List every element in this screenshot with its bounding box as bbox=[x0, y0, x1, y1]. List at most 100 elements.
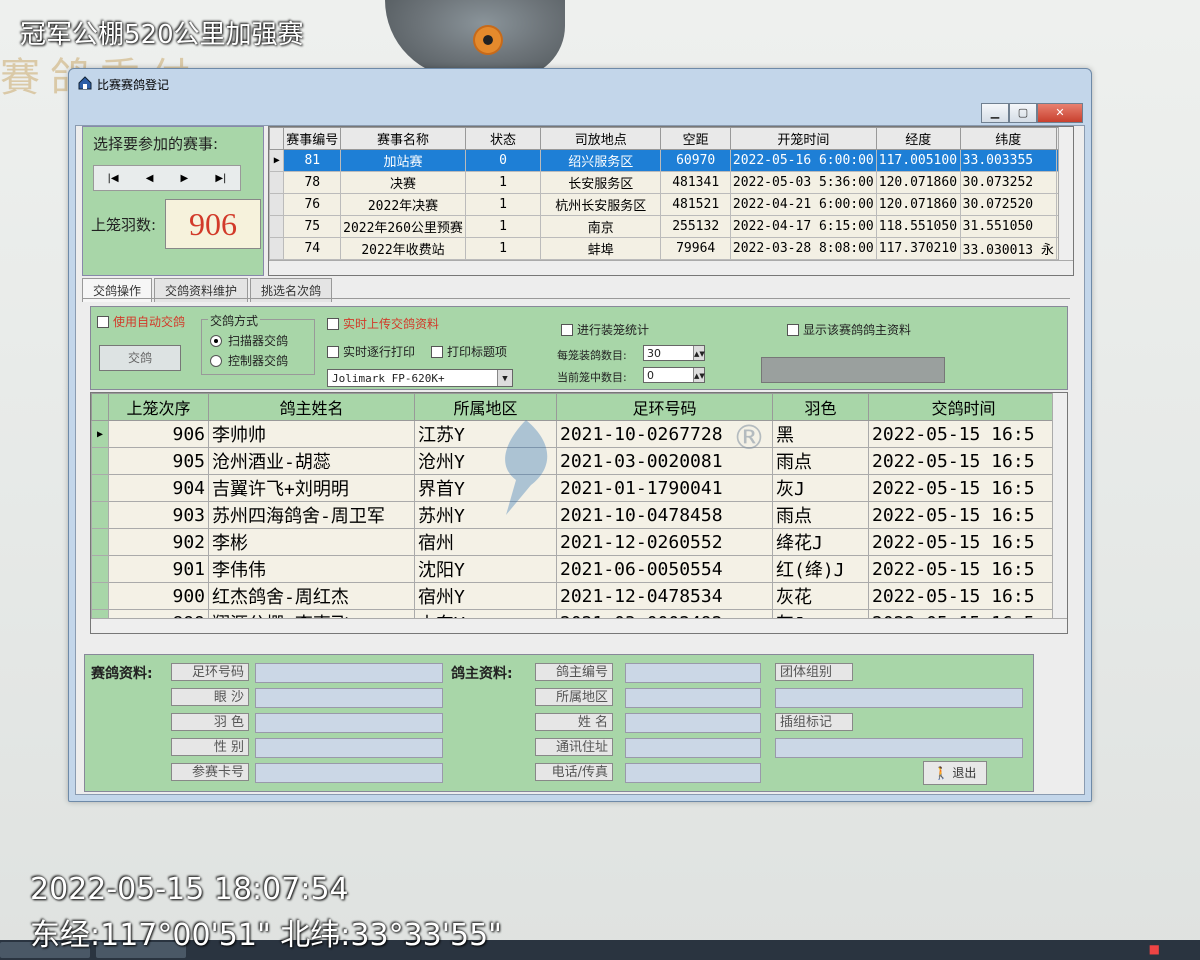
pigeon-cell-seq: 903 bbox=[108, 501, 209, 529]
pigeon-cell-owner: 李帅帅 bbox=[208, 420, 415, 448]
window-title: 比赛赛鸽登记 bbox=[97, 78, 170, 92]
pigeon-cell-color: 黑 bbox=[772, 420, 869, 448]
row-indicator bbox=[91, 501, 109, 529]
maximize-button[interactable]: ▢ bbox=[1009, 103, 1037, 123]
race-col-header[interactable]: 赛事编号 bbox=[283, 127, 342, 150]
field-label: 眼 沙 bbox=[171, 688, 249, 706]
pigeon-row[interactable]: 900 红杰鸽舍-周红杰 宿州Y 2021-12-0478534 灰花 2022-05-1… bbox=[91, 582, 1059, 610]
pigeon-row[interactable]: ▶ 906 李帅帅 江苏Y 2021-10-0267728 黑 2022-05-15 16:… bbox=[91, 420, 1059, 448]
race-col-indicator bbox=[269, 127, 285, 150]
feather-color-field[interactable] bbox=[255, 713, 443, 733]
race-cell-dist: 481521 bbox=[660, 193, 731, 216]
race-col-header[interactable]: 赛事名称 bbox=[340, 127, 466, 150]
eye-sand-field[interactable] bbox=[255, 688, 443, 708]
pigeon-row[interactable]: 902 李彬 宿州 2021-12-0260552 绛花J 2022-05-15 16:5 bbox=[91, 528, 1059, 556]
pigeon-col-header[interactable]: 足环号码 bbox=[556, 393, 773, 421]
race-cell-lng: 118.551050 bbox=[875, 215, 961, 238]
pigeon-col-header[interactable]: 上笼次序 bbox=[108, 393, 209, 421]
race-col-header[interactable]: 状态 bbox=[464, 127, 542, 150]
race-vertical-scrollbar[interactable] bbox=[1058, 127, 1073, 261]
race-cell-name: 2022年决赛 bbox=[340, 193, 466, 216]
exit-icon: 🚶 bbox=[933, 766, 949, 780]
group-label: 团体组别 bbox=[775, 663, 853, 681]
race-col-header[interactable]: 司放地点 bbox=[540, 127, 662, 150]
race-col-header[interactable]: 开笼时间 bbox=[729, 127, 877, 150]
current-cage-spinner[interactable]: 0 ▲▼ bbox=[643, 367, 705, 383]
pigeon-cell-owner: 李伟伟 bbox=[208, 555, 415, 583]
auto-jiaoge-checkbox[interactable]: 使用自动交鸽 bbox=[97, 313, 185, 330]
pigeon-row[interactable]: 901 李伟伟 沈阳Y 2021-06-0050554 红(绛)J 2022-05-15 … bbox=[91, 555, 1059, 583]
print-title-checkbox[interactable]: 打印标题项 bbox=[431, 343, 507, 360]
race-row[interactable]: ▶ 81 加站赛 0 绍兴服务区 60970 2022-05-16 6:00:00 117.0… bbox=[269, 149, 1073, 172]
owner-phone-field[interactable] bbox=[625, 763, 761, 783]
pigeon-col-header[interactable]: 交鸽时间 bbox=[868, 393, 1059, 421]
tray-icon[interactable]: ■ bbox=[1149, 942, 1160, 956]
owner-id-field[interactable] bbox=[625, 663, 761, 683]
last-record-button[interactable]: ▶| bbox=[215, 173, 226, 184]
race-row[interactable]: 74 2022年收费站 1 蚌埠 79964 2022-03-28 8:08:00 117.… bbox=[269, 237, 1073, 260]
pigeon-cell-seq: 902 bbox=[108, 528, 209, 556]
row-indicator bbox=[91, 447, 109, 475]
ring-number-field[interactable] bbox=[255, 663, 443, 683]
race-col-header[interactable]: 经度 bbox=[875, 127, 961, 150]
pigeon-row[interactable]: 904 吉翼许飞+刘明明 界首Y 2021-01-1790041 灰J 2022-05-1… bbox=[91, 474, 1059, 502]
first-record-button[interactable]: |◀ bbox=[108, 173, 119, 184]
pigeon-col-header[interactable]: 鸽主姓名 bbox=[208, 393, 415, 421]
owner-name-field[interactable] bbox=[625, 713, 761, 733]
pigeon-col-header[interactable]: 所属地区 bbox=[414, 393, 557, 421]
pigeon-cell-region: 宿州Y bbox=[414, 582, 557, 610]
close-button[interactable]: ✕ bbox=[1037, 103, 1083, 123]
pigeon-cell-ring: 2021-10-0478458 bbox=[556, 501, 773, 529]
pigeon-col-header[interactable]: 羽色 bbox=[772, 393, 869, 421]
cage-stats-checkbox[interactable]: 进行装笼统计 bbox=[561, 321, 649, 338]
race-row[interactable]: 76 2022年决赛 1 杭州长安服务区 481521 2022-04-21 6:00:0… bbox=[269, 193, 1073, 216]
race-col-header[interactable]: 空距 bbox=[660, 127, 731, 150]
per-cage-spinner[interactable]: 30 ▲▼ bbox=[643, 345, 705, 361]
gender-field[interactable] bbox=[255, 738, 443, 758]
realtime-upload-checkbox[interactable]: 实时上传交鸽资料 bbox=[327, 315, 439, 332]
owner-address-field[interactable] bbox=[625, 738, 761, 758]
pigeon-horizontal-scrollbar[interactable] bbox=[91, 618, 1067, 633]
race-cell-time: 2022-05-16 6:00:00 bbox=[729, 149, 877, 172]
race-row[interactable]: 75 2022年260公里预赛 1 南京 255132 2022-04-17 6:15:0… bbox=[269, 215, 1073, 238]
spin-arrows-icon[interactable]: ▲▼ bbox=[693, 346, 705, 360]
pigeon-cell-owner: 红杰鸽舍-周红杰 bbox=[208, 582, 415, 610]
house-icon bbox=[78, 76, 92, 90]
pigeon-cell-time: 2022-05-15 16:5 bbox=[868, 420, 1059, 448]
printer-select[interactable]: Jolimark FP-620K+ ▼ bbox=[327, 369, 513, 387]
race-cell-time: 2022-04-17 6:15:00 bbox=[729, 215, 877, 238]
race-cell-id: 74 bbox=[283, 237, 342, 260]
prev-record-button[interactable]: ◀ bbox=[146, 173, 154, 184]
pigeon-vertical-scrollbar[interactable] bbox=[1052, 393, 1067, 619]
owner-region-field[interactable] bbox=[625, 688, 761, 708]
race-row[interactable]: 78 决赛 1 长安服务区 481341 2022-05-03 5:36:00 120.07… bbox=[269, 171, 1073, 194]
race-cell-status: 1 bbox=[464, 193, 542, 216]
current-cage-label: 当前笼中数目: bbox=[557, 371, 627, 384]
cage-stats-label: 进行装笼统计 bbox=[577, 323, 650, 337]
pigeon-cell-time: 2022-05-15 16:5 bbox=[868, 447, 1059, 475]
chevron-down-icon[interactable]: ▼ bbox=[497, 370, 512, 386]
controller-mode-radio[interactable]: 控制器交鸽 bbox=[210, 352, 288, 369]
minimize-button[interactable]: ▁ bbox=[981, 103, 1009, 123]
entry-card-field[interactable] bbox=[255, 763, 443, 783]
pigeon-row[interactable]: 903 苏州四海鸽舍-周卫军 苏州Y 2021-10-0478458 雨点 2022-05… bbox=[91, 501, 1059, 529]
next-record-button[interactable]: ▶ bbox=[181, 173, 189, 184]
jiaoge-mode-legend: 交鸽方式 bbox=[208, 312, 261, 329]
race-col-header[interactable]: 纬度 bbox=[959, 127, 1057, 150]
exit-button[interactable]: 🚶 退出 bbox=[923, 761, 987, 785]
pigeon-cell-ring: 2021-12-0478534 bbox=[556, 582, 773, 610]
race-cell-dist: 481341 bbox=[660, 171, 731, 194]
jiaoge-button[interactable]: 交鸽 bbox=[99, 345, 181, 371]
scanner-mode-radio[interactable]: 扫描器交鸽 bbox=[210, 332, 288, 349]
race-cell-lng: 117.370210 bbox=[875, 237, 961, 260]
show-owner-checkbox[interactable]: 显示该赛鸽鸽主资料 bbox=[787, 321, 911, 338]
realtime-print-checkbox[interactable]: 实时逐行打印 bbox=[327, 343, 415, 360]
race-horizontal-scrollbar[interactable] bbox=[269, 260, 1073, 275]
mark-field[interactable] bbox=[775, 738, 1023, 758]
auto-jiaoge-label: 使用自动交鸽 bbox=[113, 315, 186, 329]
pigeon-row[interactable]: 905 沧州酒业-胡蕊 沧州Y 2021-03-0020081 雨点 2022-05-15… bbox=[91, 447, 1059, 475]
spin-arrows-icon[interactable]: ▲▼ bbox=[693, 368, 705, 382]
group-field[interactable] bbox=[775, 688, 1023, 708]
controller-mode-label: 控制器交鸽 bbox=[228, 354, 289, 368]
app-window: 比赛赛鸽登记 ▁ ▢ ✕ 选择要参加的赛事: |◀ ◀ ▶ ▶| 上笼羽数: 9… bbox=[68, 68, 1092, 802]
